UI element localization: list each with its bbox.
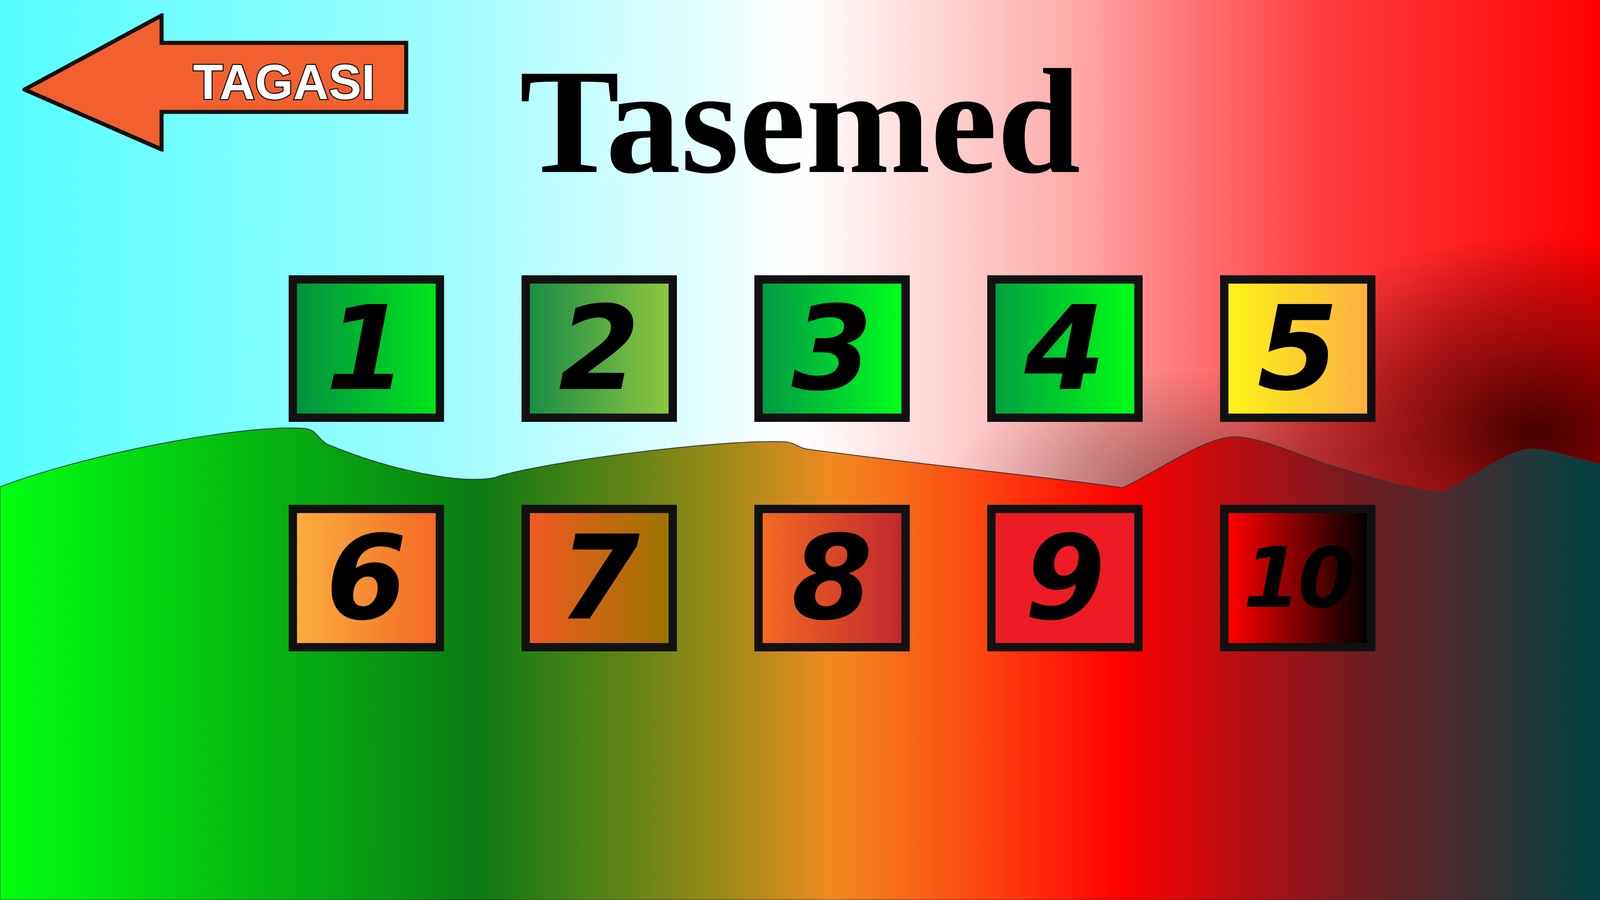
level-number: 2 xyxy=(558,290,640,407)
level-button[interactable]: 3 xyxy=(754,275,910,422)
level-select-screen: TAGASI Tasemed 1 2 3 4 5 6 7 8 9 10 xyxy=(0,0,1600,900)
level-number: 4 xyxy=(1024,290,1106,407)
level-button[interactable]: 6 xyxy=(288,504,445,652)
level-button[interactable]: 10 xyxy=(1220,504,1376,652)
level-number: 5 xyxy=(1257,290,1339,407)
level-number: 10 xyxy=(1243,536,1353,620)
level-button[interactable]: 7 xyxy=(521,504,677,652)
title: Tasemed xyxy=(519,46,1081,197)
level-number: 1 xyxy=(325,290,407,407)
back-button[interactable]: TAGASI xyxy=(22,13,409,152)
level-button[interactable]: 2 xyxy=(521,275,677,422)
back-label: TAGASI xyxy=(161,55,407,110)
header: TAGASI Tasemed xyxy=(0,0,1600,197)
level-number: 7 xyxy=(558,519,640,637)
level-number: 3 xyxy=(791,290,873,407)
level-button[interactable]: 1 xyxy=(288,275,445,422)
level-button[interactable]: 5 xyxy=(1220,275,1376,422)
level-button[interactable]: 9 xyxy=(987,504,1143,652)
level-grid: 1 2 3 4 5 6 7 8 9 10 xyxy=(0,275,1600,652)
level-button[interactable]: 8 xyxy=(754,504,910,652)
level-button[interactable]: 4 xyxy=(987,275,1143,422)
level-number: 8 xyxy=(791,519,873,637)
level-number: 9 xyxy=(1024,519,1106,637)
level-number: 6 xyxy=(325,519,407,637)
